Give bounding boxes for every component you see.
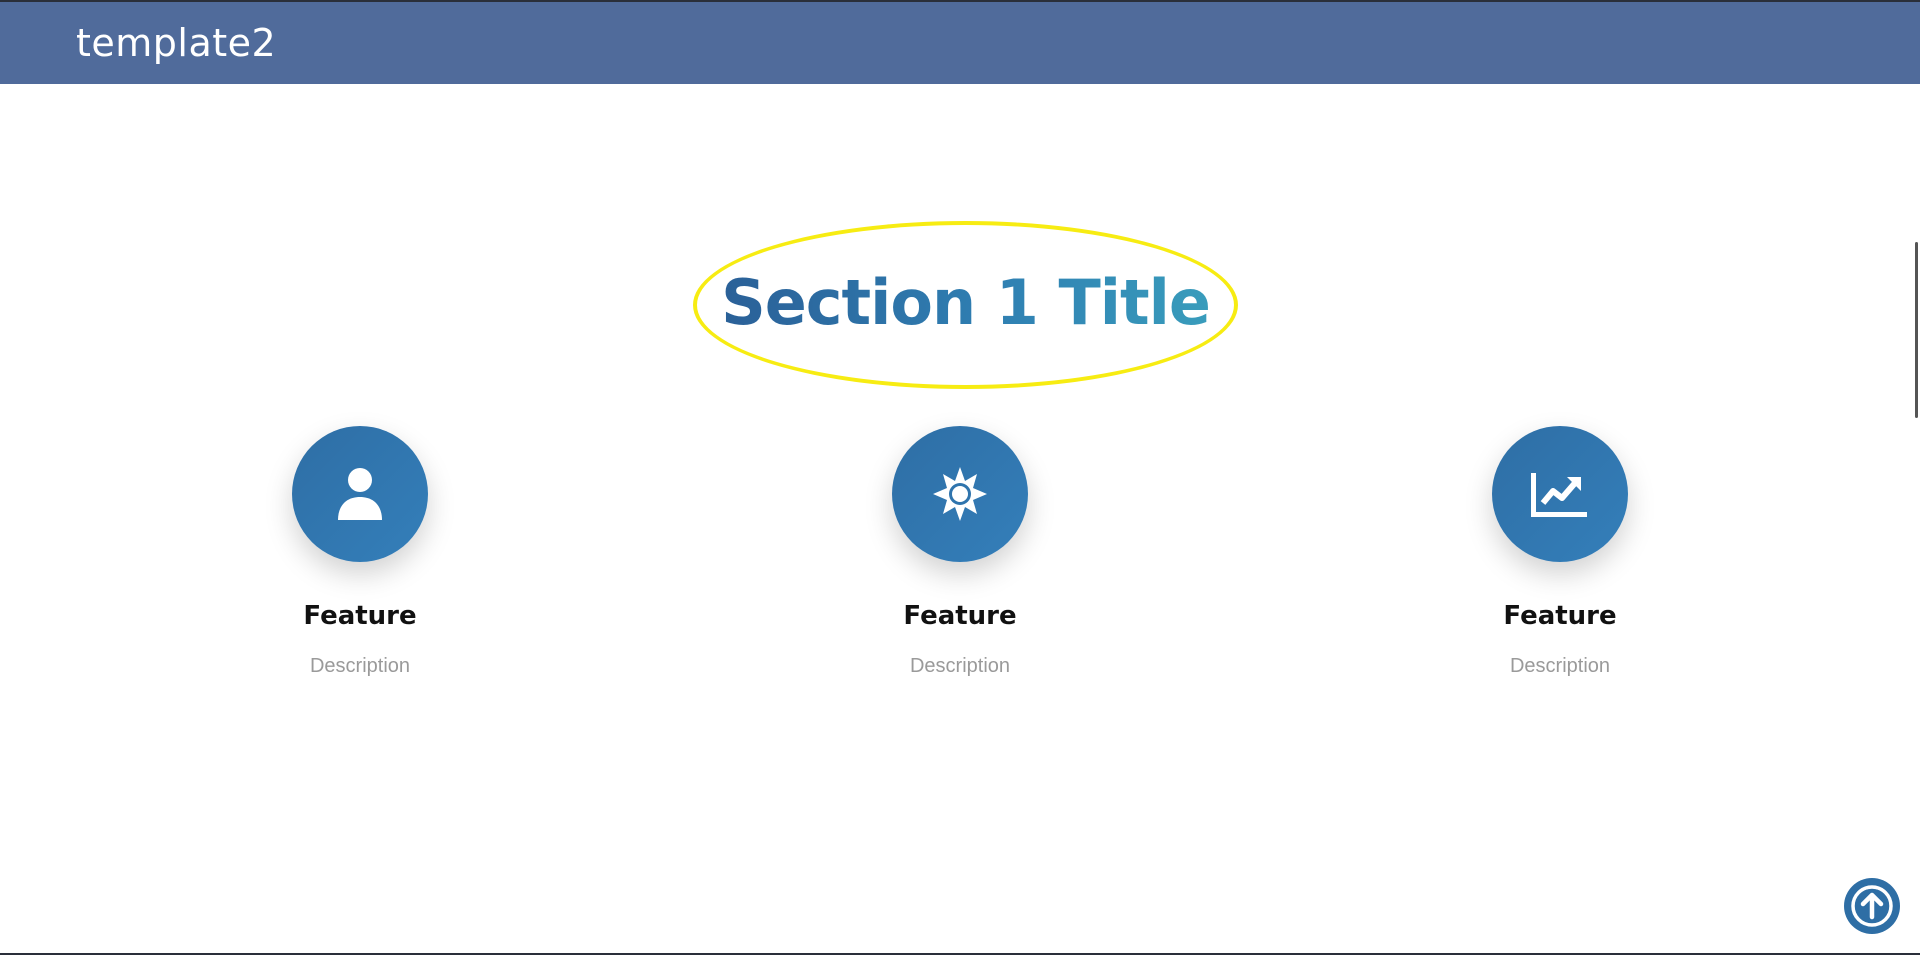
feature-card: Feature Description bbox=[210, 426, 510, 678]
page: template2 Section 1 Title Feature Descri… bbox=[0, 0, 1920, 955]
feature-title: Feature bbox=[903, 601, 1017, 631]
feature-card: Feature Description bbox=[1410, 426, 1710, 678]
feature-icon-circle bbox=[1492, 426, 1628, 562]
section-title-wrap: Section 1 Title bbox=[693, 221, 1238, 389]
scrollbar-thumb[interactable] bbox=[1915, 242, 1918, 418]
feature-description: Description bbox=[309, 655, 411, 677]
user-icon bbox=[338, 468, 382, 520]
top-navbar: template2 bbox=[0, 2, 1920, 84]
feature-card: Feature Description bbox=[810, 426, 1110, 678]
back-to-top-button[interactable] bbox=[1844, 878, 1900, 934]
feature-title: Feature bbox=[1503, 601, 1617, 631]
feature-icon-circle bbox=[292, 426, 428, 562]
feature-description: Description bbox=[1509, 655, 1611, 677]
sun-icon bbox=[933, 467, 987, 521]
feature-icon-circle bbox=[892, 426, 1028, 562]
chart-line-icon bbox=[1531, 473, 1587, 517]
brand-link[interactable]: template2 bbox=[76, 20, 276, 66]
arrow-up-icon bbox=[1851, 885, 1893, 927]
feature-description: Description bbox=[909, 655, 1011, 677]
feature-title: Feature bbox=[303, 601, 417, 631]
section-title: Section 1 Title bbox=[693, 267, 1238, 339]
